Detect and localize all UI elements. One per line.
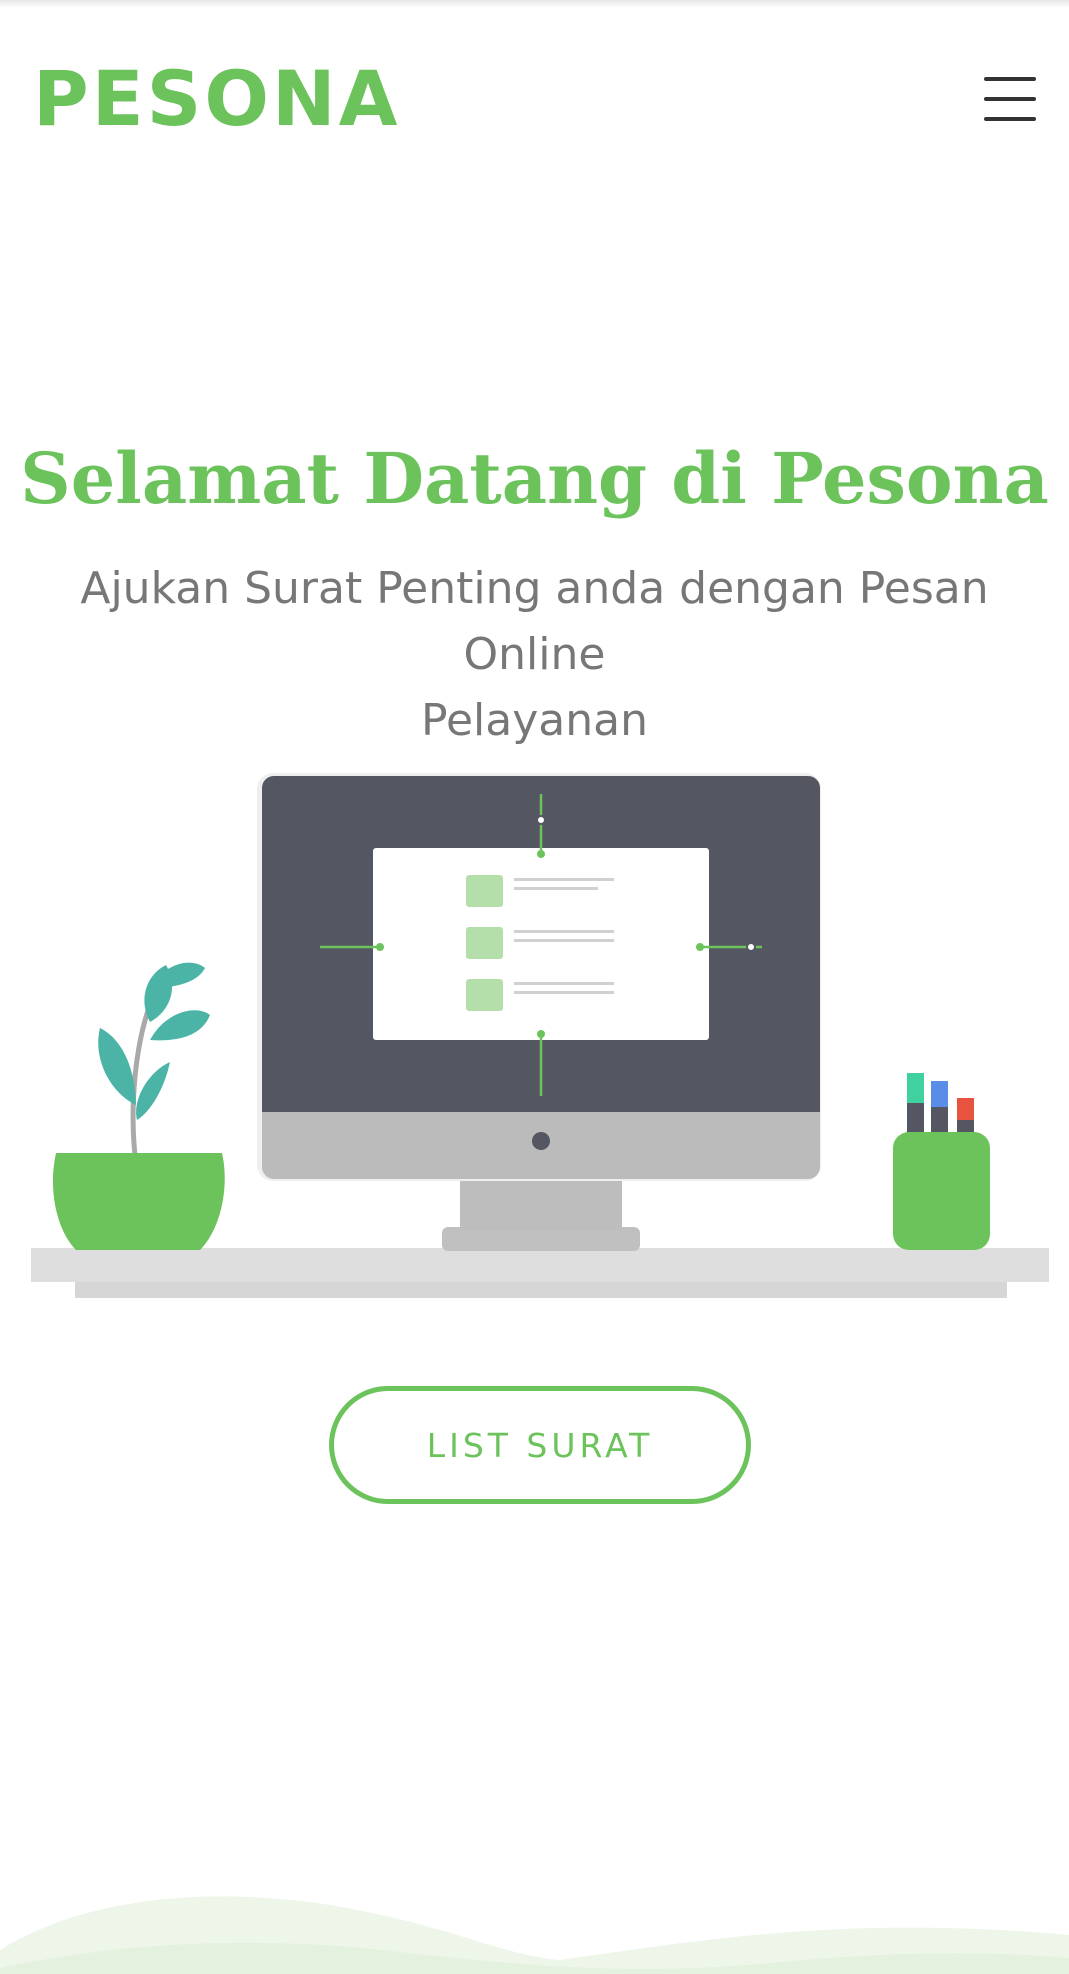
top-shadow [0,0,1069,8]
hero-title: Selamat Datang di Pesona [20,437,1049,520]
menu-line [984,77,1036,81]
pen-cup [893,1132,990,1250]
menu-line [984,117,1036,121]
marker-blue-cap [931,1081,948,1107]
footer-waves [0,1896,1069,1974]
plant-leaf [136,1062,170,1120]
hero-subtitle-line-2: Pelayanan [421,695,648,746]
doc-checkbox [466,875,503,907]
list-surat-button[interactable]: LIST SURAT [329,1386,751,1504]
doc-line [514,930,614,933]
doc-line [514,991,614,994]
doc-line [514,939,614,942]
hero-subtitle: Ajukan Surat Penting anda dengan Pesan O… [10,556,1059,754]
screen-document [373,848,709,1040]
brand-logo[interactable]: PESONA [33,54,400,144]
plant-pot [52,1153,225,1250]
desk-top [31,1248,1049,1282]
monitor-stand-base [442,1227,640,1251]
doc-line [514,878,614,881]
doc-line [514,982,614,985]
marker-green-cap [907,1073,924,1103]
menu-line [984,97,1036,101]
marker-green [907,1103,924,1135]
doc-line [514,887,598,890]
doc-checkbox [466,979,503,1011]
handle-ring [536,815,546,825]
plant-leaf [98,1028,136,1105]
hamburger-menu-icon[interactable] [976,70,1036,126]
handle-dot [537,850,545,858]
monitor-power-light [532,1132,550,1150]
handle-dot [696,943,704,951]
doc-checkbox [466,927,503,959]
hero-subtitle-line-1: Ajukan Surat Penting anda dengan Pesan O… [80,563,989,680]
plant-leaf [144,965,173,1022]
handle-dot [376,943,384,951]
handle-dot [537,1030,545,1038]
marker-red-cap [957,1098,974,1120]
desk-computer-illustration [31,773,1049,1298]
marker-blue [931,1107,948,1135]
handle-ring [746,942,756,952]
desk-shadow [75,1280,1007,1298]
